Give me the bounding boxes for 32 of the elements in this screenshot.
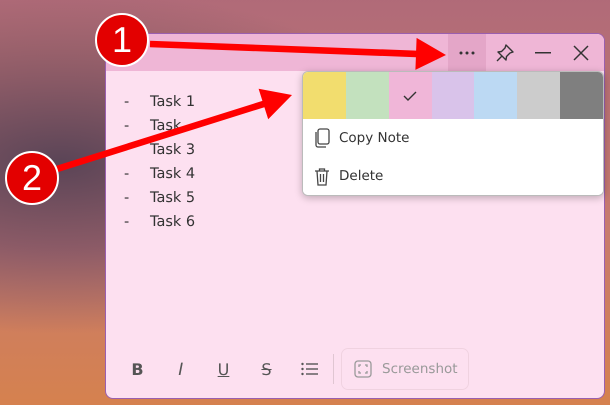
screenshot-icon	[354, 360, 372, 378]
task-text: Task 6	[150, 214, 196, 230]
color-swatch[interactable]	[432, 72, 474, 119]
list-bullet: -	[124, 166, 130, 182]
list-bullet: -	[124, 118, 130, 134]
bold-button[interactable]: B	[116, 353, 159, 385]
pin-icon	[495, 42, 515, 62]
color-swatch[interactable]	[560, 72, 603, 119]
close-icon	[573, 44, 589, 60]
menu-item[interactable]: Copy Note	[303, 119, 603, 157]
color-swatch[interactable]	[303, 72, 346, 119]
task-text: Task 1	[150, 94, 196, 110]
strikethrough-button[interactable]: S	[245, 353, 288, 385]
color-swatch[interactable]	[517, 72, 560, 119]
italic-button[interactable]: I	[159, 353, 202, 385]
minimize-icon	[535, 52, 551, 54]
color-swatch[interactable]	[474, 72, 518, 119]
checkmark-icon	[403, 90, 418, 100]
task-text: Task 4	[150, 166, 196, 182]
more-icon	[459, 50, 475, 54]
list-bullet: -	[124, 190, 130, 206]
copy-icon	[314, 128, 330, 148]
task-text: Task 3	[150, 142, 196, 158]
trash-icon	[314, 166, 330, 186]
underline-button[interactable]: U	[202, 353, 245, 385]
list-icon	[301, 362, 318, 376]
color-swatch[interactable]	[388, 72, 432, 119]
menu-item[interactable]: Delete	[303, 157, 603, 195]
color-swatch[interactable]	[346, 72, 389, 119]
list-bullet: -	[124, 214, 130, 230]
task-text: Task 5	[150, 190, 196, 206]
list-bullet: -	[124, 94, 130, 110]
